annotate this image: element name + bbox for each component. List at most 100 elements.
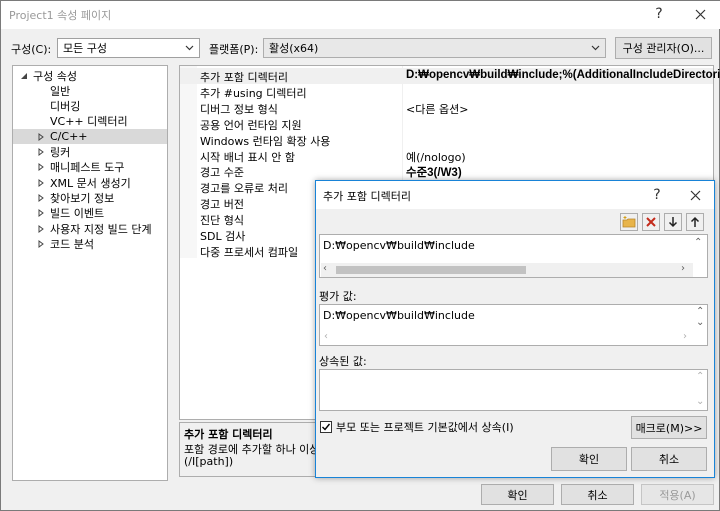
expand-icon[interactable] xyxy=(36,224,46,234)
ok-button[interactable]: 확인 xyxy=(481,484,554,505)
expand-icon[interactable] xyxy=(36,208,46,218)
tree-item-label: 빌드 이벤트 xyxy=(50,207,105,221)
tree-item-label: 사용자 지정 빌드 단계 xyxy=(50,222,152,236)
tree-item[interactable]: 매니페스트 도구 xyxy=(13,160,167,175)
property-name: 추가 #using 디렉터리 xyxy=(200,86,307,100)
expand-icon[interactable] xyxy=(36,162,46,172)
arrow-up-icon xyxy=(690,216,700,227)
property-row[interactable]: 경고 수준 수준3(/W3) xyxy=(180,163,713,179)
property-name: 시작 배너 표시 안 함 xyxy=(200,150,295,164)
property-row[interactable]: Windows 런타임 확장 사용 xyxy=(180,132,713,148)
tree-item-label: VC++ 디렉터리 xyxy=(50,115,128,129)
window-title: Project1 속성 페이지 xyxy=(9,9,112,22)
dialog-cancel-button[interactable]: 취소 xyxy=(631,447,707,471)
tree-item[interactable]: 일반 xyxy=(13,83,167,98)
tree-item-label: XML 문서 생성기 xyxy=(50,176,131,190)
expand-icon[interactable] xyxy=(36,239,46,249)
tree-item[interactable]: 코드 분석 xyxy=(13,236,167,251)
chevron-right-icon[interactable]: › xyxy=(681,263,685,274)
description-title: 추가 포함 디렉터리 xyxy=(184,428,273,441)
checkmark-icon xyxy=(322,423,331,431)
evaluated-value-box: D:₩opencv₩build₩include ⌃ ⌄ ‹ › xyxy=(319,304,708,346)
platform-select[interactable]: 활성(x64) xyxy=(263,38,606,58)
collapse-icon[interactable] xyxy=(19,71,29,81)
expand-icon[interactable] xyxy=(36,178,46,188)
chevron-down-icon xyxy=(591,45,600,51)
settings-tree: 구성 속성 일반 디버깅 VC++ 디렉터리 C/C++ 링커 매니페스트 도구 XML 문서… xyxy=(12,65,168,481)
delete-line-button[interactable] xyxy=(642,213,660,231)
property-row[interactable]: 디버그 정보 형식 <다른 옵션> xyxy=(180,100,713,116)
config-select[interactable]: 모든 구성 xyxy=(57,38,200,58)
expand-icon[interactable] xyxy=(36,193,46,203)
close-icon xyxy=(695,9,705,19)
property-pages-window: Project1 속성 페이지 ? 구성(C): 모든 구성 플랫폼(P): 활… xyxy=(0,0,720,511)
evaluated-value: D:₩opencv₩build₩include xyxy=(323,309,475,322)
tree-item-label: 링커 xyxy=(50,146,71,159)
tree-item[interactable]: 구성 속성 xyxy=(13,68,167,83)
chevron-up-icon[interactable]: ⌃ xyxy=(696,371,704,382)
tree-item[interactable]: 링커 xyxy=(13,145,167,160)
tree-item[interactable]: C/C++ xyxy=(13,129,167,145)
title-bar: Project1 속성 페이지 ? xyxy=(1,1,720,29)
delete-icon xyxy=(646,217,656,227)
move-up-button[interactable] xyxy=(686,213,704,231)
property-value[interactable]: 예(/nologo) xyxy=(406,149,466,165)
chevron-left-icon[interactable]: ‹ xyxy=(324,331,328,342)
inherit-checkbox-row[interactable]: 부모 또는 프로젝트 기본값에서 상속(I) xyxy=(320,419,514,435)
chevron-up-icon[interactable]: ⌃ xyxy=(694,237,702,248)
property-value[interactable]: <다른 옵션> xyxy=(406,101,468,117)
chevron-down-icon xyxy=(185,45,194,51)
chevron-down-icon[interactable]: ⌄ xyxy=(696,317,704,328)
move-down-button[interactable] xyxy=(664,213,682,231)
tree-item[interactable]: XML 문서 생성기 xyxy=(13,175,167,190)
tree-item-label: 구성 속성 xyxy=(33,69,77,83)
new-folder-icon xyxy=(622,216,636,228)
include-path-line[interactable]: D:₩opencv₩build₩include xyxy=(323,239,475,252)
apply-button[interactable]: 적용(A) xyxy=(641,484,714,505)
config-label: 구성(C): xyxy=(11,43,52,56)
tree-item[interactable]: 빌드 이벤트 xyxy=(13,206,167,221)
new-line-button[interactable] xyxy=(620,213,638,231)
dialog-ok-button[interactable]: 확인 xyxy=(551,447,627,471)
property-value[interactable]: D:₩opencv₩build₩include;%(AdditionalIncl… xyxy=(406,69,720,81)
tree-item[interactable]: 디버깅 xyxy=(13,99,167,114)
dialog-help-button[interactable]: ? xyxy=(644,184,670,206)
property-name: 추가 포함 디렉터리 xyxy=(200,71,288,84)
tree-item[interactable]: VC++ 디렉터리 xyxy=(13,114,167,129)
tree-item[interactable]: 찾아보기 정보 xyxy=(13,190,167,205)
tree-item-label: C/C++ xyxy=(50,130,88,144)
evaluated-label: 평가 값: xyxy=(319,290,357,303)
expand-icon[interactable] xyxy=(36,132,46,142)
platform-label: 플랫폼(P): xyxy=(209,43,259,56)
scrollbar-thumb[interactable] xyxy=(336,266,526,274)
dialog-close-button[interactable] xyxy=(682,184,708,206)
chevron-left-icon[interactable]: ‹ xyxy=(323,263,327,274)
chevron-up-icon[interactable]: ⌃ xyxy=(696,306,704,317)
tree-item-label: 일반 xyxy=(50,84,71,98)
close-button[interactable] xyxy=(687,3,713,25)
property-row[interactable]: 추가 #using 디렉터리 xyxy=(180,84,713,100)
property-name: 공용 언어 런타임 지원 xyxy=(200,118,302,132)
tree-item-label: 찾아보기 정보 xyxy=(50,191,115,205)
config-manager-button[interactable]: 구성 관리자(O)... xyxy=(615,37,712,59)
property-name: 디버그 정보 형식 xyxy=(200,102,278,116)
chevron-right-icon[interactable]: › xyxy=(683,331,687,342)
property-row[interactable]: 추가 포함 디렉터리 D:₩opencv₩build₩include;%(Addi… xyxy=(180,68,720,84)
inherit-checkbox[interactable] xyxy=(320,421,332,433)
property-row[interactable]: 시작 배너 표시 안 함 예(/nologo) xyxy=(180,148,713,164)
expand-icon[interactable] xyxy=(36,147,46,157)
macro-button[interactable]: 매크로(M)>> xyxy=(631,416,707,439)
tree-item[interactable]: 사용자 지정 빌드 단계 xyxy=(13,221,167,236)
close-icon xyxy=(690,190,700,200)
cancel-button[interactable]: 취소 xyxy=(561,484,634,505)
property-row[interactable]: 공용 언어 런타임 지원 xyxy=(180,116,713,132)
property-name: 경고 수준 xyxy=(200,166,244,180)
chevron-down-icon[interactable]: ⌄ xyxy=(696,396,704,407)
include-paths-editor[interactable]: D:₩opencv₩build₩include ⌃ ‹ › xyxy=(319,234,708,278)
help-button[interactable]: ? xyxy=(646,3,672,25)
inherited-label: 상속된 값: xyxy=(319,355,367,368)
horizontal-scrollbar[interactable]: ‹ › xyxy=(321,263,693,277)
property-value[interactable]: 수준3(/W3) xyxy=(406,164,462,180)
dialog-title-bar: 추가 포함 디렉터리 ? xyxy=(316,181,714,209)
inherit-checkbox-label: 부모 또는 프로젝트 기본값에서 상속(I) xyxy=(336,421,514,434)
